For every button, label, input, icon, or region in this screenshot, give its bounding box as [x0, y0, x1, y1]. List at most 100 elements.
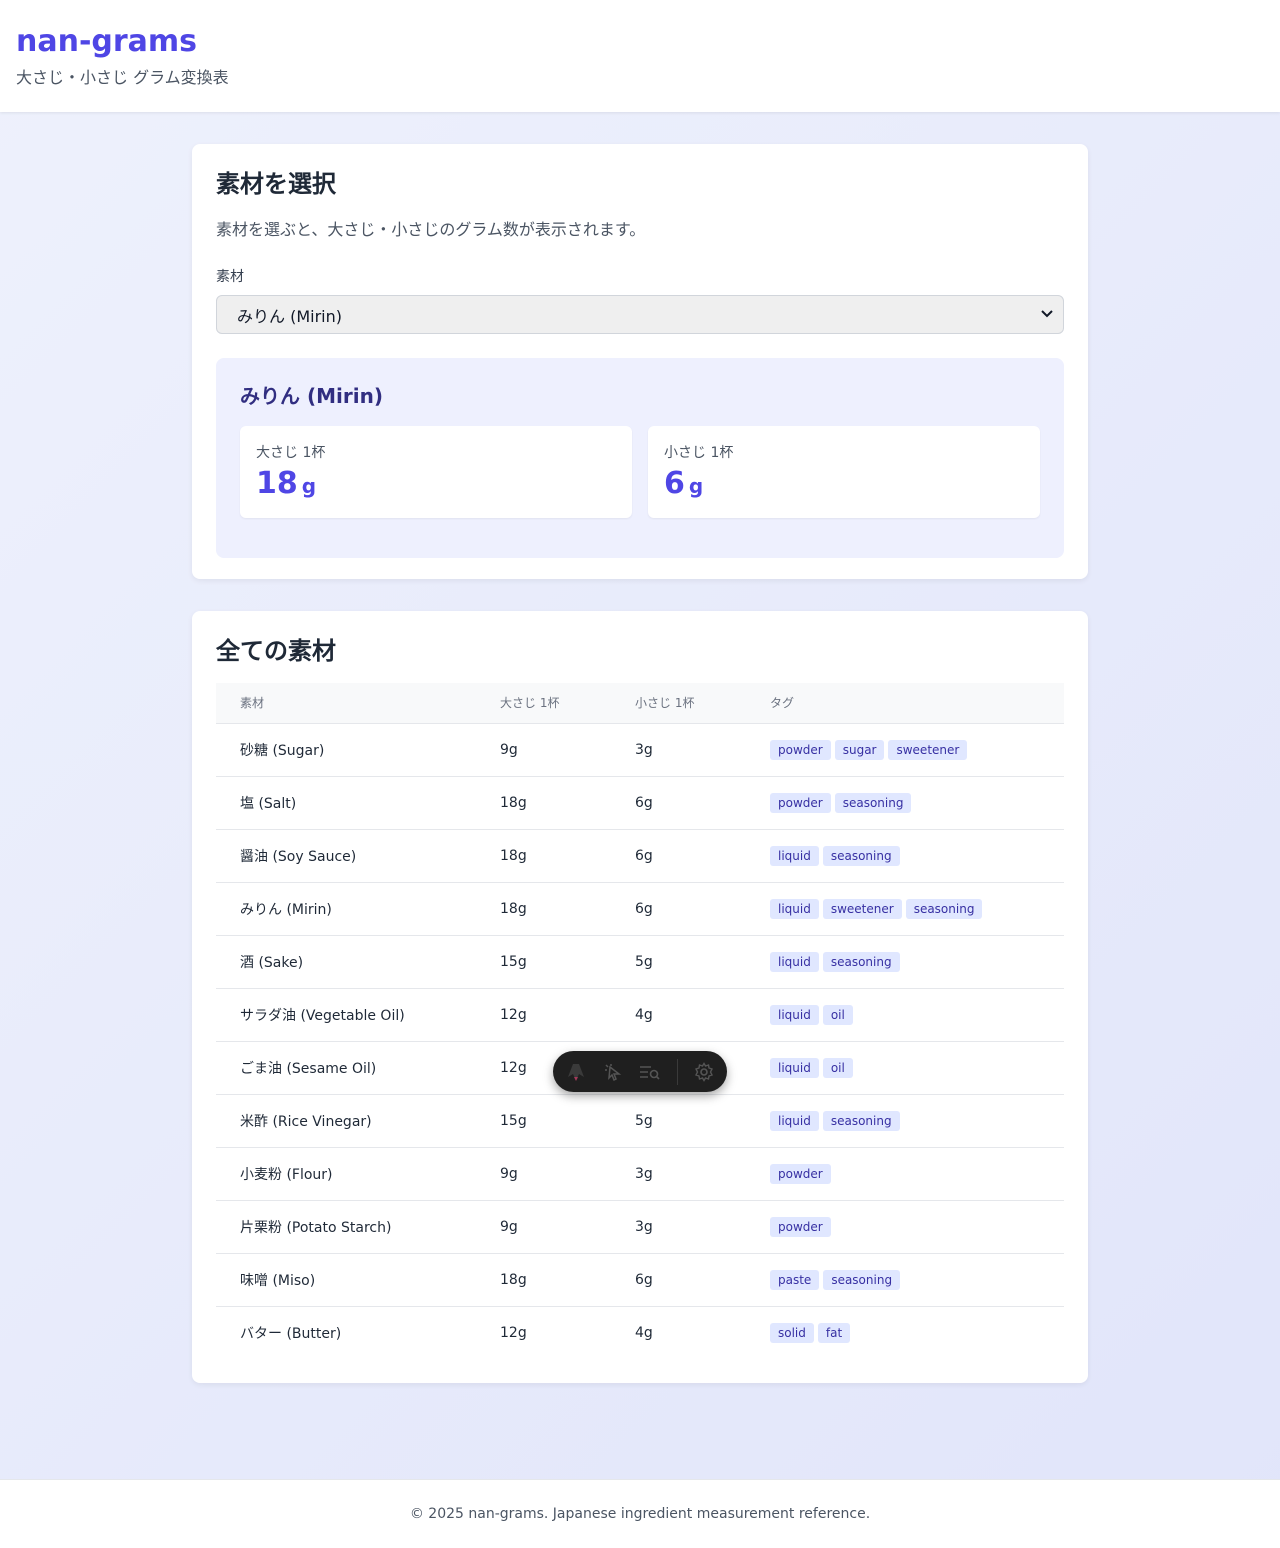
tablespoon-unit: g [301, 474, 317, 498]
teaspoon-result: 小さじ 1杯 6g [648, 426, 1040, 518]
tablespoon-label: 大さじ 1杯 [256, 445, 326, 461]
table-row: サラダ油 (Vegetable Oil) 12g 4g liquid oil [216, 988, 1064, 1042]
teaspoon-cell: 3g [611, 1147, 746, 1201]
teaspoon-cell: 6g [611, 829, 746, 883]
tags-cell: powder seasoning [746, 776, 1064, 830]
tags-cell: liquid seasoning [746, 829, 1064, 883]
cursor-inspect-icon[interactable] [602, 1061, 623, 1083]
tablespoon-cell: 18g [476, 1253, 611, 1307]
astro-logo-icon[interactable] [565, 1061, 586, 1083]
table-row: 酒 (Sake) 15g 5g liquid seasoning [216, 935, 1064, 989]
tag-badge: seasoning [822, 845, 900, 866]
table-row: 小麦粉 (Flour) 9g 3g powder [216, 1147, 1064, 1201]
tags-cell: liquid sweetener seasoning [746, 882, 1064, 936]
tablespoon-result: 大さじ 1杯 18 g [240, 426, 632, 518]
result-ingredient-name: みりん (Mirin) [240, 384, 383, 408]
tag-badge: powder [770, 792, 831, 813]
tags-cell: solid fat [746, 1306, 1064, 1359]
tablespoon-cell: 12g [500, 1324, 527, 1341]
table-row: 醤油 (Soy Sauce) 18g 6g liquid seasoning [216, 829, 1064, 883]
gear-icon[interactable] [694, 1061, 715, 1083]
teaspoon-cell: 4g [611, 988, 746, 1042]
tag-badge: seasoning [822, 1110, 900, 1131]
teaspoon-cell: 6g [611, 776, 746, 830]
app-title[interactable]: nan-grams [16, 24, 1264, 60]
teaspoon-cell: 6g [611, 1253, 746, 1307]
all-ingredients-card: 全ての素材 素材 大さじ 1杯 小さじ 1杯 タグ 砂糖 (Sugar) 9g 3g… [192, 611, 1088, 1383]
selector-description: 素材を選ぶと、大さじ・小さじのグラム数が表示されます。 [216, 220, 646, 239]
teaspoon-cell: 4g [635, 1324, 653, 1341]
tablespoon-cell: 18g [476, 829, 611, 883]
tag-badge: liquid [770, 1004, 819, 1025]
teaspoon-cell: 5g [611, 1094, 746, 1148]
ingredient-name-cell: サラダ油 (Vegetable Oil) [216, 988, 476, 1042]
tablespoon-cell: 12g [476, 988, 611, 1042]
toolbar-divider [677, 1058, 678, 1085]
ingredient-selector-card: 素材を選択 素材を選ぶと、大さじ・小さじのグラム数が表示されます。 素材 みりん… [192, 144, 1088, 579]
tablespoon-cell: 15g [476, 935, 611, 989]
ingredient-select[interactable]: みりん (Mirin) [216, 295, 1064, 334]
tags-cell: liquid oil [746, 988, 1064, 1042]
tag-badge: oil [822, 1004, 853, 1025]
tablespoon-value: 18 [256, 466, 298, 501]
header-tablespoon: 大さじ 1杯 [476, 683, 611, 724]
tags-cell: liquid seasoning [746, 935, 1064, 989]
tag-badge: seasoning [834, 792, 912, 813]
tablespoon-cell: 9g [476, 723, 611, 777]
teaspoon-cell: 6g [611, 882, 746, 936]
ingredient-name-cell: バター (Butter) [240, 1325, 342, 1342]
header-ingredient: 素材 [216, 683, 476, 724]
tag-badge: paste [770, 1269, 820, 1290]
ingredient-name-cell: 塩 (Salt) [216, 776, 476, 830]
selector-title: 素材を選択 [216, 170, 336, 198]
footer-text: © 2025 nan-grams. Japanese ingredient me… [409, 1506, 871, 1522]
table-row: 片栗粉 (Potato Starch) 9g 3g powder [216, 1200, 1064, 1254]
audit-list-icon[interactable] [639, 1061, 661, 1083]
tag-badge: seasoning [823, 1269, 901, 1290]
app-subtitle: 大さじ・小さじ グラム変換表 [16, 68, 229, 87]
tag-badge: powder [770, 1216, 831, 1237]
header-teaspoon: 小さじ 1杯 [611, 683, 746, 724]
tag-badge: solid [770, 1322, 814, 1343]
tag-badge: oil [822, 1057, 853, 1078]
ingredient-name-cell: みりん (Mirin) [216, 882, 476, 936]
tag-badge: liquid [770, 898, 819, 919]
teaspoon-cell: 3g [611, 723, 746, 777]
teaspoon-label: 小さじ 1杯 [664, 445, 734, 461]
table-row: 塩 (Salt) 18g 6g powder seasoning [216, 776, 1064, 830]
tag-badge: powder [770, 1163, 831, 1184]
tag-badge: seasoning [822, 951, 900, 972]
tags-cell: powder [746, 1200, 1064, 1254]
tablespoon-cell: 15g [476, 1094, 611, 1148]
tag-badge: seasoning [905, 898, 983, 919]
teaspoon-value: 6 [664, 466, 685, 501]
teaspoon-cell: 3g [611, 1200, 746, 1254]
ingredient-name-cell: 小麦粉 (Flour) [216, 1147, 476, 1201]
table-row: みりん (Mirin) 18g 6g liquid sweetener seasoning [216, 882, 1064, 936]
table-row: 砂糖 (Sugar) 9g 3g powder sugar sweetener [216, 723, 1064, 777]
ingredient-name-cell: 味噌 (Miso) [216, 1253, 476, 1307]
header-tags: タグ [746, 683, 1064, 724]
ingredient-name-cell: 酒 (Sake) [216, 935, 476, 989]
ingredient-name-cell: 砂糖 (Sugar) [216, 723, 476, 777]
tablespoon-cell: 18g [476, 776, 611, 830]
ingredient-name-cell: 醤油 (Soy Sauce) [216, 829, 476, 883]
tags-cell: powder sugar sweetener [746, 723, 1064, 777]
table-row: 米酢 (Rice Vinegar) 15g 5g liquid seasoning [216, 1094, 1064, 1148]
ingredients-table: 素材 大さじ 1杯 小さじ 1杯 タグ 砂糖 (Sugar) 9g 3g powder… [216, 683, 1064, 1359]
page-footer: © 2025 nan-grams. Japanese ingredient me… [0, 1479, 1280, 1548]
tag-badge: fat [817, 1322, 851, 1343]
tags-cell: paste seasoning [746, 1253, 1064, 1307]
tags-cell: liquid oil [746, 1041, 1064, 1095]
tag-badge: sweetener [888, 739, 968, 760]
tablespoon-cell: 9g [476, 1147, 611, 1201]
table-header-row: 素材 大さじ 1杯 小さじ 1杯 タグ [216, 683, 1064, 724]
all-ingredients-title: 全ての素材 [216, 637, 336, 665]
tags-cell: liquid seasoning [746, 1094, 1064, 1148]
tags-cell: powder [746, 1147, 1064, 1201]
tag-badge: liquid [770, 951, 819, 972]
tag-badge: sweetener [822, 898, 902, 919]
tag-badge: sugar [834, 739, 885, 760]
tag-badge: liquid [770, 1110, 819, 1131]
table-row: 味噌 (Miso) 18g 6g paste seasoning [216, 1253, 1064, 1307]
